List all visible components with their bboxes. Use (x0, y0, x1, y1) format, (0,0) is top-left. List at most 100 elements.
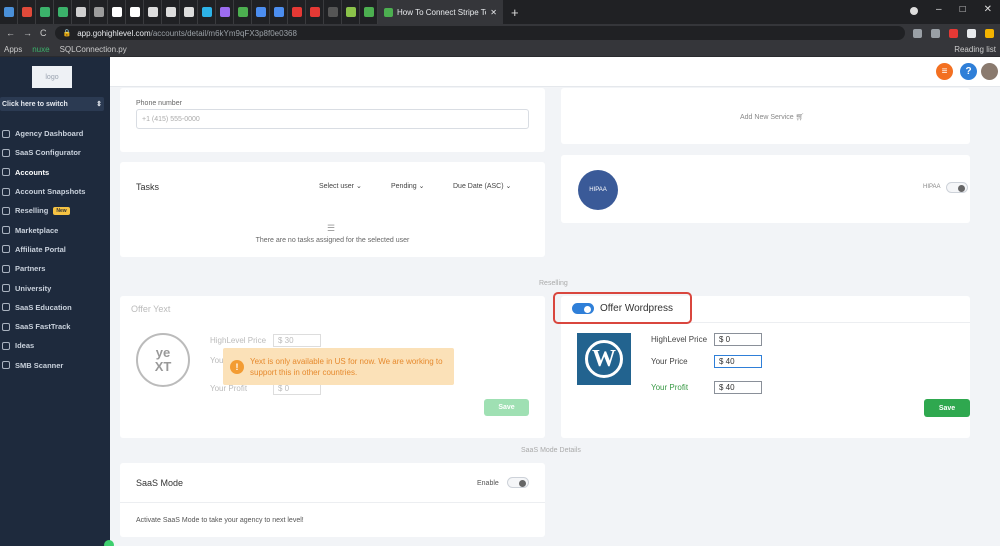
sidebar-item-label: Accounts (15, 167, 50, 177)
sort-filter[interactable]: Due Date (ASC) ⌄ (453, 182, 511, 190)
active-tab[interactable]: How To Connect Stripe To Your A ✕ (378, 0, 503, 24)
wordpress-save-button[interactable]: Save (924, 399, 970, 417)
chevron-down-icon: ⌄ (418, 183, 425, 190)
reload-button[interactable]: C (40, 28, 47, 38)
pinned-tab[interactable] (108, 0, 126, 24)
pinned-tab[interactable] (144, 0, 162, 24)
sidebar-item-account-snapshots[interactable]: Account Snapshots (0, 182, 110, 201)
sidebar-item-saas-education[interactable]: SaaS Education (0, 298, 110, 317)
pinned-tab[interactable] (72, 0, 90, 24)
sidebar: logo Click here to switch ⇕ Agency Dashb… (0, 57, 114, 546)
accounts-icon (2, 168, 10, 177)
url-field[interactable]: 🔒 app.gohighlevel.com/accounts/detail/m6… (54, 26, 905, 40)
hipaa-card: HIPAA HIPAA (561, 155, 970, 223)
sidebar-item-marketplace[interactable]: Marketplace (0, 220, 110, 239)
agency-logo[interactable]: logo (32, 66, 72, 88)
pinned-tab[interactable] (324, 0, 342, 24)
pinned-tab[interactable] (252, 0, 270, 24)
sidebar-item-university[interactable]: University (0, 278, 110, 297)
yext-highlevel-price-input[interactable]: $ 30 (273, 334, 321, 347)
pinned-tab[interactable] (126, 0, 144, 24)
hipaa-toggle[interactable] (946, 182, 968, 193)
sidebar-item-smb-scanner[interactable]: SMB Scanner (0, 356, 110, 375)
sidebar-item-label: Marketplace (15, 225, 59, 235)
sidebar-item-label: Agency Dashboard (15, 129, 84, 139)
yext-highlevel-price-label: HighLevel Price (210, 336, 267, 345)
bookmark-apps[interactable]: Apps (4, 45, 22, 54)
pinned-tab[interactable] (270, 0, 288, 24)
pinned-tab[interactable] (18, 0, 36, 24)
yext-warning-text: Yext is only available in US for now. We… (250, 356, 443, 377)
wp-your-price-input[interactable]: $ 40 (714, 355, 762, 368)
reading-list-button[interactable]: Reading list (954, 45, 996, 54)
sidebar-item-ideas[interactable]: Ideas (0, 336, 110, 355)
account-switcher[interactable]: Click here to switch ⇕ (0, 97, 104, 111)
sidebar-item-label: Account Snapshots (15, 187, 86, 197)
new-badge: New (53, 206, 70, 215)
user-avatar[interactable] (981, 63, 998, 80)
tab-favicon-icon (363, 7, 374, 17)
minimize-button[interactable]: – (936, 4, 942, 15)
add-service-link[interactable]: Add New Service 🛒︎ (740, 113, 805, 121)
sort-filter-label: Due Date (ASC) (453, 183, 504, 190)
tab-favicon-icon (93, 7, 104, 17)
tab-favicon-icon (201, 7, 212, 17)
sidebar-item-reselling[interactable]: Reselling New (0, 201, 110, 220)
sidebar-item-affiliate-portal[interactable]: Affiliate Portal (0, 240, 110, 259)
tab-favicon-icon (345, 7, 356, 17)
sidebar-item-agency-dashboard[interactable]: Agency Dashboard (0, 124, 110, 143)
extension-icon[interactable] (913, 28, 922, 38)
university-icon (2, 284, 10, 293)
extension-icon[interactable] (967, 28, 976, 38)
marketplace-icon (2, 226, 10, 235)
sidebar-item-partners[interactable]: Partners (0, 259, 110, 278)
extension-icon[interactable] (949, 28, 958, 38)
sidebar-item-accounts[interactable]: Accounts (0, 163, 110, 182)
sidebar-item-label: SMB Scanner (15, 360, 64, 370)
close-window-button[interactable]: ✕ (984, 4, 992, 15)
close-tab-icon[interactable]: ✕ (490, 8, 497, 17)
bookmark-sqlconnection[interactable]: SQLConnection.py (60, 45, 127, 54)
extension-icon[interactable] (931, 28, 940, 38)
pinned-tab[interactable] (288, 0, 306, 24)
sidebar-item-saas-fasttrack[interactable]: SaaS FastTrack (0, 317, 110, 336)
maximize-button[interactable]: □ (960, 4, 966, 15)
forward-button[interactable]: → (23, 28, 32, 38)
profile-dot-icon[interactable] (910, 7, 918, 15)
pinned-tab[interactable] (0, 0, 18, 24)
phone-input[interactable]: +1 (415) 555-0000 (136, 109, 529, 129)
wordpress-card: Offer Wordpress W HighLevel Price $ 0 Yo… (553, 292, 970, 438)
bookmark-nuxe[interactable]: nuxe (32, 45, 49, 54)
yext-logo-bottom: XT (154, 359, 172, 374)
pinned-tab[interactable] (36, 0, 54, 24)
wordpress-toggle[interactable] (572, 303, 594, 314)
pinned-tab[interactable] (180, 0, 198, 24)
pinned-tab[interactable] (54, 0, 72, 24)
saas-enable-toggle[interactable] (507, 477, 529, 488)
pinned-tabs (0, 0, 378, 24)
pinned-tab[interactable] (360, 0, 378, 24)
pinned-tab[interactable] (306, 0, 324, 24)
extension-icon[interactable] (985, 28, 994, 38)
user-filter[interactable]: Select user ⌄ (319, 182, 362, 190)
yext-save-button[interactable]: Save (484, 399, 529, 416)
pinned-tab[interactable] (216, 0, 234, 24)
tab-favicon-icon (183, 7, 194, 17)
top-header: ≡ ? (110, 57, 1000, 87)
chevron-down-icon: ⌄ (355, 183, 362, 190)
menu-list-icon[interactable]: ≡ (936, 63, 953, 80)
chat-widget-icon[interactable] (104, 540, 114, 546)
back-button[interactable]: ← (6, 28, 15, 38)
pinned-tab[interactable] (198, 0, 216, 24)
status-filter[interactable]: Pending ⌄ (391, 182, 425, 190)
switcher-label: Click here to switch (2, 100, 68, 108)
pinned-tab[interactable] (162, 0, 180, 24)
pinned-tab[interactable] (234, 0, 252, 24)
pinned-tab[interactable] (90, 0, 108, 24)
new-tab-button[interactable]: + (511, 5, 519, 20)
sidebar-item-saas-configurator[interactable]: SaaS Configurator (0, 143, 110, 162)
help-button[interactable]: ? (960, 63, 977, 80)
tab-favicon-icon (129, 7, 140, 17)
pinned-tab[interactable] (342, 0, 360, 24)
tab-favicon-icon (273, 7, 284, 17)
